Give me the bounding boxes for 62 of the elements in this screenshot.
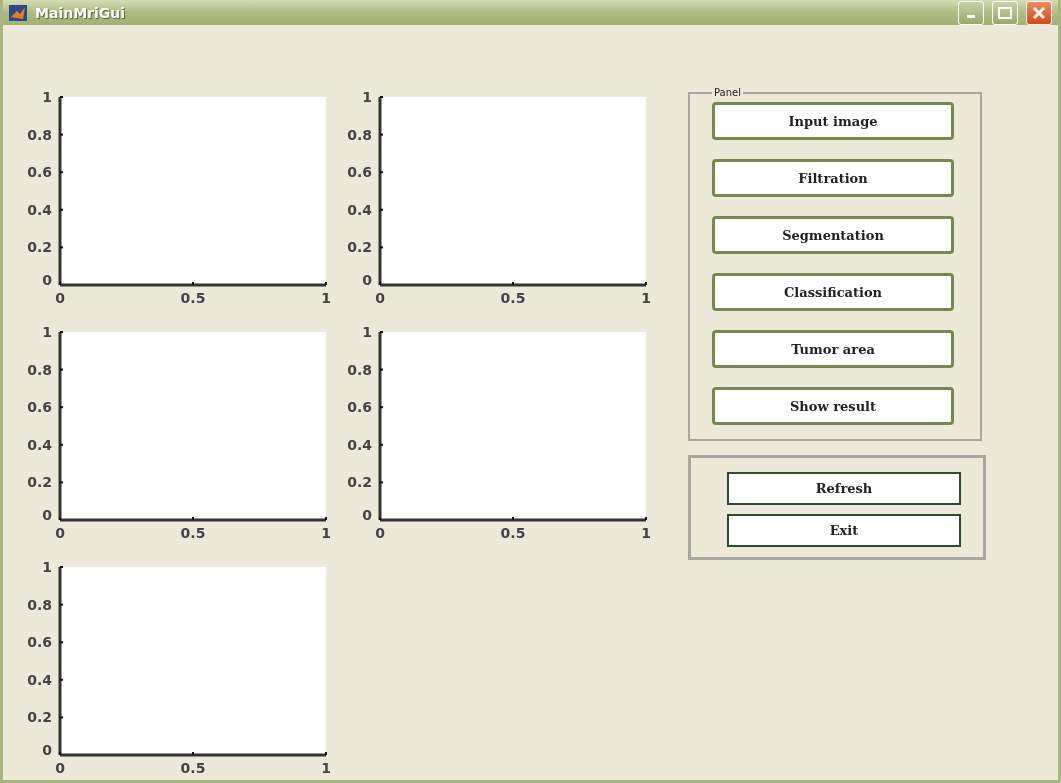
tick-label: 0.4 <box>27 436 52 453</box>
minimize-button[interactable] <box>958 0 984 25</box>
tick-label: 0.4 <box>347 436 372 453</box>
tick-label: 1 <box>321 290 330 306</box>
tick-label: 0 <box>42 272 52 288</box>
tick-label: 0.5 <box>500 290 526 306</box>
tick-label: 0.6 <box>27 164 52 181</box>
tick-label: 0.4 <box>27 201 52 218</box>
tick-label: 0 <box>375 525 385 541</box>
tick-label: 1 <box>362 324 372 340</box>
tick-label: 1 <box>321 760 330 776</box>
tick-label: 0.2 <box>347 239 372 256</box>
tick-label: 1 <box>321 525 330 541</box>
panel-title: Panel <box>713 87 742 98</box>
tick-label: 0 <box>362 272 372 288</box>
action-button[interactable]: Input image <box>712 102 954 140</box>
tick-label: 0 <box>42 507 52 523</box>
tick-label: 0 <box>55 290 65 306</box>
action-button[interactable]: Filtration <box>712 159 954 197</box>
tick-label: 0.8 <box>347 126 372 143</box>
tick-label: 1 <box>641 290 650 306</box>
tick-label: 0.2 <box>27 239 52 256</box>
tick-label: 0.4 <box>27 671 52 688</box>
tick-label: 0.8 <box>27 596 52 613</box>
tick-label: 0.4 <box>347 201 372 218</box>
tick-label: 1 <box>42 324 52 340</box>
maximize-icon <box>998 6 1012 19</box>
tick-label: 0.5 <box>180 290 206 306</box>
app-icon <box>9 4 27 21</box>
tick-label: 0.6 <box>27 399 52 416</box>
tick-label: 0.2 <box>347 474 372 491</box>
maximize-button[interactable] <box>992 0 1018 25</box>
tick-label: 0.8 <box>347 361 372 378</box>
action-button[interactable]: Classification <box>712 273 954 311</box>
tick-label: 0 <box>375 290 385 306</box>
control-button[interactable]: Refresh <box>727 472 961 505</box>
tick-label: 1 <box>641 525 650 541</box>
tick-label: 1 <box>42 559 52 575</box>
close-icon <box>1032 5 1046 20</box>
tick-label: 0.5 <box>180 760 206 776</box>
tick-label: 1 <box>42 89 52 105</box>
tick-label: 0.6 <box>347 164 372 181</box>
tick-label: 0.8 <box>27 361 52 378</box>
tick-label: 0.6 <box>347 399 372 416</box>
tick-label: 0 <box>55 525 65 541</box>
tick-label: 0.5 <box>180 525 206 541</box>
tick-label: 0.8 <box>27 126 52 143</box>
action-button[interactable]: Show result <box>712 387 954 425</box>
tick-label: 0.2 <box>27 709 52 726</box>
tick-label: 0.6 <box>27 634 52 651</box>
tick-label: 0.2 <box>27 474 52 491</box>
tick-label: 1 <box>362 89 372 105</box>
tick-label: 0 <box>55 760 65 776</box>
control-button[interactable]: Exit <box>727 514 961 547</box>
tick-label: 0 <box>42 742 52 758</box>
action-button[interactable]: Segmentation <box>712 216 954 254</box>
close-button[interactable] <box>1026 0 1052 25</box>
tick-label: 0.5 <box>500 525 526 541</box>
action-button[interactable]: Tumor area <box>712 330 954 368</box>
window-title: MainMriGui <box>35 4 127 21</box>
tick-label: 0 <box>362 507 372 523</box>
minimize-icon <box>967 15 975 18</box>
